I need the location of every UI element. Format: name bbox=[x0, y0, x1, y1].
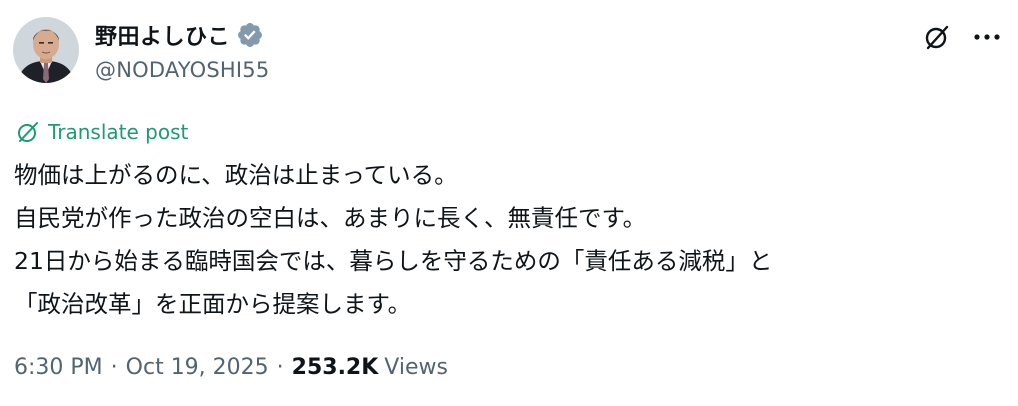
meta-separator: · bbox=[276, 355, 284, 380]
post-text: 物価は上がるのに、政治は止まっている。 自民党が作った政治の空白は、あまりに長く… bbox=[14, 154, 1004, 326]
display-name[interactable]: 野田よしひこ bbox=[95, 19, 230, 51]
post-text-line: 自民党が作った政治の空白は、あまりに長く、無責任です。 bbox=[14, 204, 647, 232]
author-handle[interactable]: @NODAYOSHI55 bbox=[95, 58, 269, 82]
post-container: 野田よしひこ @NODAYOSHI55 Translate post 物価は上が… bbox=[0, 0, 1018, 406]
post-meta: 6:30 PM · Oct 19, 2025 · 253.2K Views bbox=[14, 355, 448, 380]
name-row: 野田よしひこ bbox=[95, 20, 269, 50]
author-block: 野田よしひこ @NODAYOSHI55 bbox=[95, 20, 269, 82]
translate-icon bbox=[16, 120, 40, 144]
post-text-line: 21日から始まる臨時国会では、暮らしを守るための「責任ある減税」と bbox=[14, 247, 773, 275]
grok-icon[interactable] bbox=[922, 22, 952, 52]
translate-post-label: Translate post bbox=[48, 120, 189, 144]
views-count[interactable]: 253.2K bbox=[292, 355, 379, 380]
post-text-line: 「政治改革」を正面から提案します。 bbox=[14, 290, 412, 318]
top-actions bbox=[922, 22, 1004, 52]
translate-post-link[interactable]: Translate post bbox=[16, 120, 188, 144]
post-date[interactable]: Oct 19, 2025 bbox=[126, 355, 269, 380]
more-icon[interactable] bbox=[970, 22, 1004, 52]
views-label: Views bbox=[384, 355, 448, 380]
verified-badge-icon[interactable] bbox=[236, 21, 264, 49]
avatar[interactable] bbox=[13, 17, 79, 83]
post-time[interactable]: 6:30 PM bbox=[14, 355, 103, 380]
post-text-line: 物価は上がるのに、政治は止まっている。 bbox=[14, 161, 458, 189]
avatar-image bbox=[13, 17, 79, 83]
meta-separator: · bbox=[110, 355, 118, 380]
